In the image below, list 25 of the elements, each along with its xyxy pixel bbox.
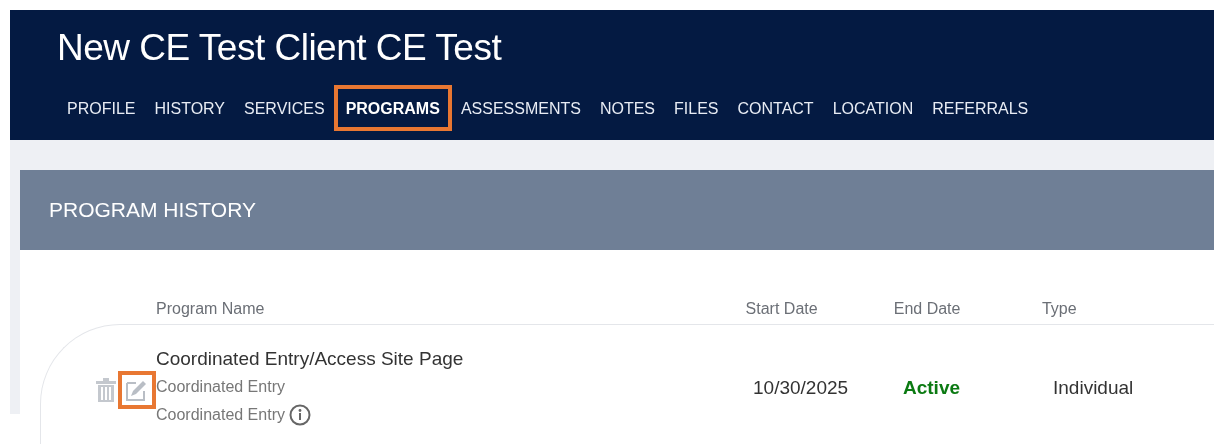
program-type: Individual (1053, 376, 1135, 399)
nav-tab[interactable]: ASSESSMENTS (450, 85, 591, 131)
program-name: Coordinated Entry/Access Site Page (156, 348, 465, 370)
nav-tab[interactable]: PROFILE (57, 85, 146, 131)
trash-icon[interactable] (96, 378, 116, 402)
nav-tab[interactable]: NOTES (589, 85, 666, 131)
end-date-status: Active (903, 376, 962, 399)
nav-tab[interactable]: REFERRALS (922, 85, 1039, 131)
nav-tab[interactable]: SERVICES (234, 85, 335, 131)
nav-tab[interactable]: PROGRAMS (333, 85, 452, 131)
nav-tab[interactable]: LOCATION (822, 85, 924, 131)
nav-tab[interactable]: CONTACT (727, 85, 824, 131)
panel-title: PROGRAM HISTORY (49, 198, 256, 222)
column-header: Type (1041, 300, 1078, 318)
info-icon[interactable] (288, 404, 311, 426)
column-header: Program Name (155, 300, 266, 318)
program-subtitle: Coordinated Entry (156, 378, 286, 396)
client-name: New CE Test Client CE Test (57, 26, 503, 69)
edit-button[interactable] (118, 371, 156, 409)
nav-tab[interactable]: FILES (664, 85, 729, 131)
program-subtitle: Coordinated Entry (156, 406, 285, 424)
column-header: End Date (893, 300, 962, 318)
nav-tab[interactable]: HISTORY (144, 85, 235, 131)
column-header: Start Date (745, 300, 819, 318)
start-date: 10/30/2025 (753, 376, 850, 399)
